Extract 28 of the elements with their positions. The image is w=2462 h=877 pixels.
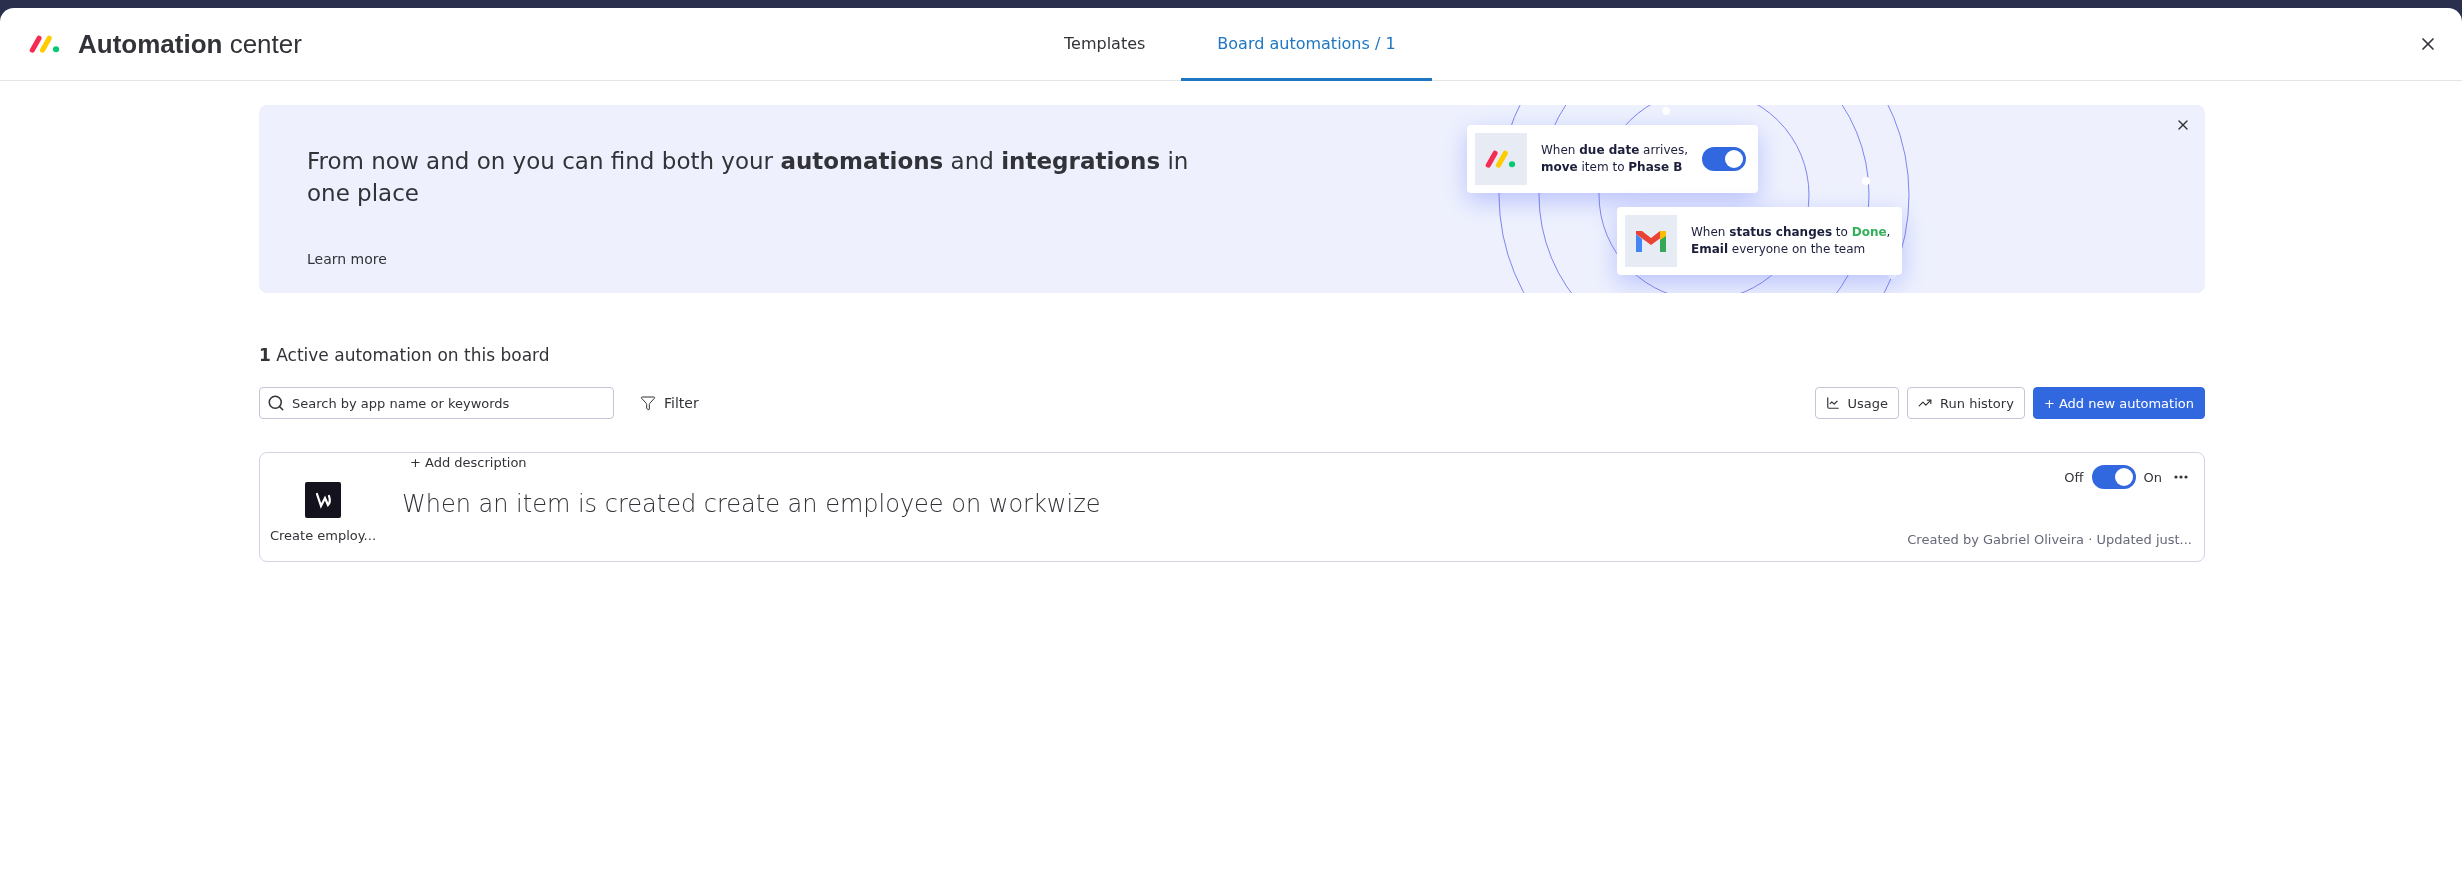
app-label: Create employ... xyxy=(269,527,376,543)
tab[interactable]: Templates xyxy=(1028,8,1182,81)
banner-headline: From now and on you can find both your automations and integrations in one place xyxy=(307,147,1190,208)
automation-title: When an item is created create an employee on workwize xyxy=(402,490,1102,518)
tab[interactable]: Board automations / 1 xyxy=(1181,8,1432,81)
automation-preview-text: When status changes to Done, Email everyone on the team xyxy=(1691,224,1891,258)
run-history-button[interactable]: Run history xyxy=(1907,387,2025,419)
learn-more-link[interactable]: Learn more xyxy=(307,247,387,271)
off-label: Off xyxy=(2064,469,2084,485)
search-field[interactable]: Search by app name or keywords xyxy=(259,387,614,419)
toggle-switch[interactable] xyxy=(2091,465,2136,489)
add-description-button[interactable]: + Add description xyxy=(402,455,535,470)
window-title: Automation center xyxy=(78,28,302,60)
usage-button[interactable]: Usage xyxy=(1814,387,1900,419)
filter-icon xyxy=(640,395,656,411)
search-icon xyxy=(267,394,285,412)
app-icon xyxy=(305,481,341,518)
filter-button[interactable]: Filter xyxy=(630,389,709,417)
automation-footer: Created by Gabriel Oliveira · Updated just... xyxy=(1907,532,2192,547)
on-label: On xyxy=(2143,469,2162,485)
mail-icon xyxy=(1634,228,1668,254)
more-icon xyxy=(2174,475,2188,479)
logo-icon xyxy=(1484,148,1518,170)
automation-preview-text: When due date arrives, move item to Phase B xyxy=(1541,142,1688,176)
line-chart-icon xyxy=(1825,396,1840,410)
add-automation-button[interactable]: + Add new automation xyxy=(2032,387,2205,419)
logo-icon xyxy=(28,33,62,55)
section-title: 1 Active automation on this board xyxy=(259,345,551,365)
